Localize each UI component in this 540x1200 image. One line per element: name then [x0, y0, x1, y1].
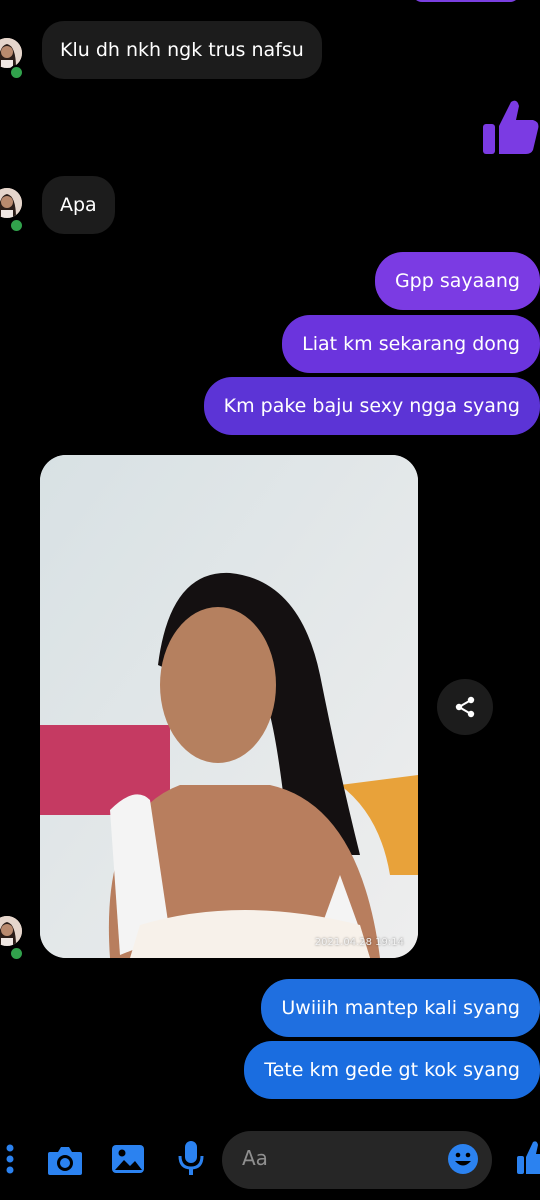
message-text: Apa [60, 194, 97, 216]
message-text: Klu dh nkh ngk trus nafsu [60, 39, 304, 61]
photo-timestamp: 2021.04.28 19:14 [314, 937, 404, 948]
message-text: Km pake baju sexy ngga syang [223, 395, 520, 417]
online-status-dot [9, 946, 24, 961]
share-icon [455, 696, 475, 718]
message-text: Uwiiih mantep kali syang [281, 997, 520, 1019]
contact-avatar[interactable] [0, 38, 22, 68]
contact-avatar[interactable] [0, 188, 22, 218]
message-bubble-incoming[interactable]: Apa [42, 176, 115, 234]
thumbs-up-icon[interactable] [517, 1140, 540, 1180]
message-bubble-outgoing[interactable]: Liat km sekarang dong [282, 315, 540, 373]
microphone-icon[interactable] [178, 1140, 204, 1180]
photo-message[interactable]: 2021.04.28 19:14 [40, 455, 418, 958]
message-input-placeholder: Aa [242, 1146, 268, 1170]
share-button[interactable] [437, 679, 493, 735]
contact-avatar[interactable] [0, 916, 22, 946]
camera-icon[interactable] [47, 1144, 83, 1180]
message-text: Tete km gede gt kok syang [264, 1059, 520, 1081]
photo-image [40, 455, 418, 958]
more-dots-icon[interactable] [4, 1144, 16, 1178]
message-text: Gpp sayaang [394, 270, 520, 292]
emoji-icon[interactable] [447, 1143, 479, 1179]
previous-message-bubble [412, 0, 520, 2]
online-status-dot [9, 218, 24, 233]
message-bubble-outgoing[interactable]: Km pake baju sexy ngga syang [203, 377, 540, 435]
thumbs-up-icon[interactable] [483, 96, 539, 162]
message-text: Liat km sekarang dong [302, 333, 520, 355]
message-bubble-incoming[interactable]: Klu dh nkh ngk trus nafsu [42, 21, 322, 79]
online-status-dot [9, 65, 24, 80]
message-bubble-outgoing[interactable]: Tete km gede gt kok syang [244, 1041, 540, 1099]
gallery-icon[interactable] [111, 1143, 145, 1179]
message-bubble-outgoing[interactable]: Uwiiih mantep kali syang [261, 979, 540, 1037]
message-bubble-outgoing[interactable]: Gpp sayaang [374, 252, 540, 310]
